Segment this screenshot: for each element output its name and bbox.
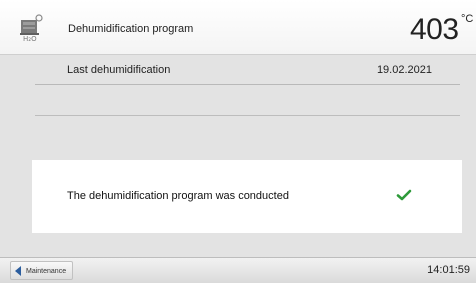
status-message-panel: The dehumidification program was conduct… bbox=[32, 160, 462, 233]
clock-display: 14:01:59 bbox=[427, 264, 470, 276]
page-title: Dehumidification program bbox=[68, 23, 194, 35]
header-bar: H₂O Dehumidification program 403 °C bbox=[0, 0, 476, 55]
last-dehumidification-row: Last dehumidification 19.02.2021 bbox=[35, 56, 460, 85]
back-button-label: Maintenance bbox=[26, 268, 67, 275]
svg-text:H₂O: H₂O bbox=[23, 35, 37, 42]
last-dehumidification-label: Last dehumidification bbox=[67, 64, 171, 76]
last-dehumidification-date: 19.02.2021 bbox=[376, 64, 432, 76]
footer-bar: Maintenance 14:01:59 bbox=[0, 257, 476, 283]
checkmark-icon bbox=[396, 188, 412, 202]
back-arrow-icon bbox=[15, 266, 21, 276]
maintenance-back-button[interactable]: Maintenance bbox=[10, 261, 74, 280]
dehumidification-program-icon: H₂O bbox=[18, 12, 44, 43]
temperature-display: 403 bbox=[410, 13, 459, 46]
status-message-text: The dehumidification program was conduct… bbox=[67, 190, 289, 202]
divider bbox=[35, 115, 460, 116]
temperature-unit: °C bbox=[461, 13, 474, 25]
